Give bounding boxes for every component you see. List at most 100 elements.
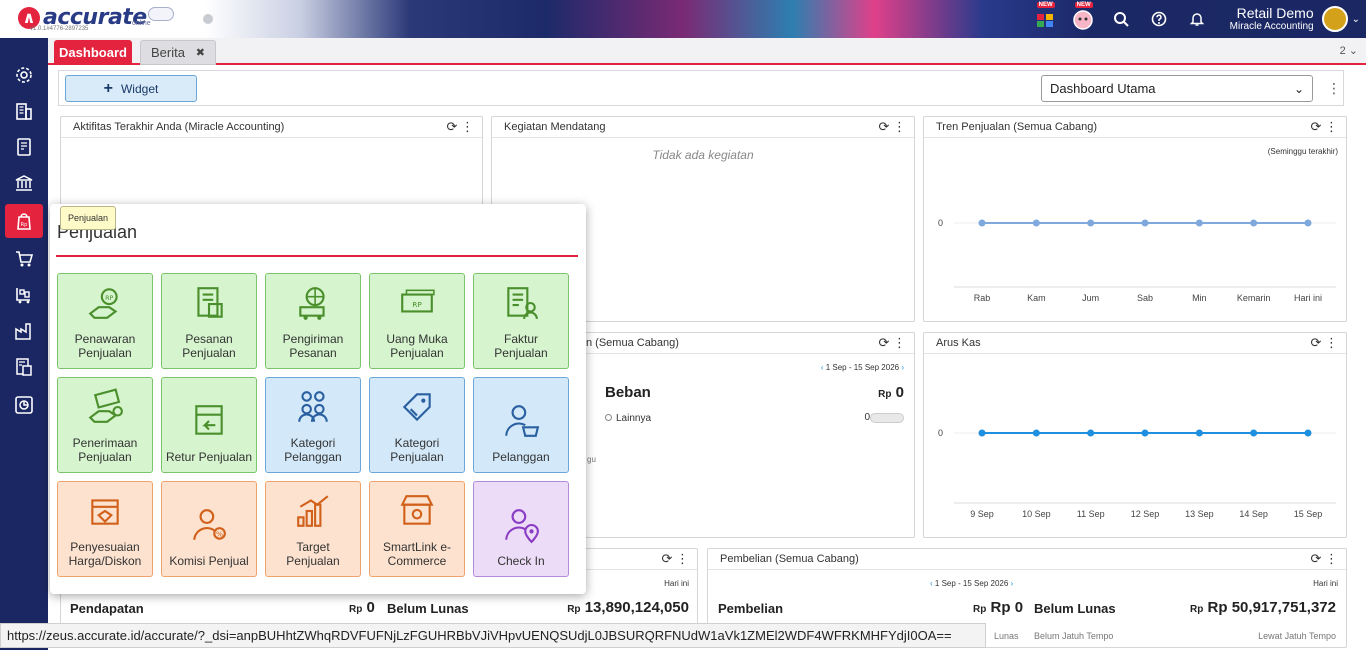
refresh-icon[interactable]: ⟳: [1310, 119, 1321, 134]
nav-bank[interactable]: [5, 166, 43, 200]
tile-label: Penyesuaian: [70, 540, 140, 554]
tile-penawaran-penjualan[interactable]: RP Penawaran Penjualan: [57, 273, 153, 369]
tab-berita[interactable]: Berita ✖: [140, 40, 216, 65]
tile-kategori-pelanggan[interactable]: Kategori Pelanggan: [265, 377, 361, 473]
currency-label: Rp: [878, 389, 892, 400]
tile-label: Check In: [497, 554, 545, 568]
report-doc-icon: [16, 358, 32, 376]
more-vertical-icon[interactable]: ⋮: [893, 335, 906, 350]
cloud-icon: [148, 7, 174, 21]
mascot-new-button[interactable]: NEW: [1064, 0, 1102, 38]
tile-pelanggan[interactable]: Pelanggan: [473, 377, 569, 473]
nav-sales[interactable]: Rp: [5, 204, 43, 238]
refresh-icon[interactable]: ⟳: [1310, 335, 1321, 350]
widget-header: Pembelian (Semua Cabang) ⟳ ⋮: [708, 549, 1346, 570]
more-vertical-icon[interactable]: ⋮: [893, 119, 906, 134]
tile-penerimaan-penjualan[interactable]: Penerimaan Penjualan: [57, 377, 153, 473]
tab-count[interactable]: 2 ⌄: [1340, 44, 1358, 57]
refresh-icon[interactable]: ⟳: [878, 119, 889, 134]
widget-title: n (Semua Cabang): [586, 337, 679, 349]
help-button[interactable]: [1140, 0, 1178, 38]
more-vertical-icon[interactable]: ⋮: [1327, 80, 1341, 97]
search-button[interactable]: [1102, 0, 1140, 38]
apps-new-button[interactable]: NEW: [1026, 0, 1064, 38]
more-vertical-icon[interactable]: ⋮: [1325, 551, 1338, 566]
tile-retur-penjualan[interactable]: Retur Penjualan: [161, 377, 257, 473]
dashboard-select[interactable]: Dashboard Utama ⌄: [1041, 75, 1313, 102]
chevron-down-icon[interactable]: ⌄: [1352, 14, 1360, 25]
notification-button[interactable]: [1178, 0, 1216, 38]
x-tick-label: Hari ini: [1294, 293, 1322, 303]
belum-lunas-value: 13,890,124,050: [584, 599, 689, 616]
nav-company[interactable]: [5, 94, 43, 128]
tile-uang-muka-penjualan[interactable]: RP Uang Muka Penjualan: [369, 273, 465, 369]
tile-penyesuaian-harga-diskon[interactable]: Penyesuaian Harga/Diskon: [57, 481, 153, 577]
widget-header: Arus Kas ⟳ ⋮: [924, 333, 1346, 354]
tile-komisi-penjual[interactable]: % Komisi Penjual: [161, 481, 257, 577]
building-icon: [16, 103, 32, 120]
nav-fixed-assets[interactable]: [5, 314, 43, 348]
refresh-icon[interactable]: ⟳: [1310, 551, 1321, 566]
user-menu[interactable]: Retail Demo Miracle Accounting: [1230, 6, 1314, 32]
data-point: [1304, 219, 1312, 227]
today-label: Hari ini: [1313, 579, 1338, 588]
nav-reports[interactable]: [5, 350, 43, 384]
nav-ledger[interactable]: [5, 130, 43, 164]
nav-inventory[interactable]: [5, 278, 43, 312]
svg-text:%: %: [216, 530, 223, 539]
tile-check-in[interactable]: Check In: [473, 481, 569, 577]
new-badge: NEW: [1036, 2, 1055, 8]
tile-label: Kategori: [290, 436, 336, 450]
currency-label: Rp: [349, 604, 363, 615]
tile-label: Pesanan: [289, 346, 337, 360]
add-widget-button[interactable]: + Widget: [65, 75, 197, 102]
more-vertical-icon[interactable]: ⋮: [1325, 335, 1338, 350]
data-point: [1250, 429, 1258, 437]
left-nav: Rp: [0, 38, 48, 650]
currency-label: Rp: [1190, 604, 1204, 615]
data-point: [978, 219, 986, 227]
tab-dashboard[interactable]: Dashboard: [54, 40, 132, 65]
connection-dot-icon: [203, 14, 213, 24]
tile-pengiriman-pesanan[interactable]: Pengiriman Pesanan: [265, 273, 361, 369]
tile-label: Penjualan: [182, 346, 236, 360]
refresh-icon[interactable]: ⟳: [878, 335, 889, 350]
nav-settings[interactable]: [5, 58, 43, 92]
x-tick-label: Kemarin: [1237, 293, 1271, 303]
avatar[interactable]: [1321, 6, 1348, 32]
more-vertical-icon[interactable]: ⋮: [461, 119, 474, 134]
widget-title: Arus Kas: [936, 337, 981, 349]
tile-faktur-penjualan[interactable]: Faktur Penjualan: [473, 273, 569, 369]
pembelian-label: Pembelian: [718, 601, 784, 616]
date-range[interactable]: ‹ 1 Sep - 15 Sep 2026 ›: [821, 363, 904, 372]
tile-label: Kategori: [394, 436, 440, 450]
svg-text:RP: RP: [412, 300, 422, 309]
tile-pesanan-penjualan[interactable]: Pesanan Penjualan: [161, 273, 257, 369]
nav-purchase[interactable]: [5, 242, 43, 276]
mascot-icon: [1072, 10, 1093, 30]
legend-fragment: gu: [587, 455, 596, 464]
x-tick-label: 13 Sep: [1185, 509, 1214, 519]
tile-label: Commerce: [387, 554, 447, 568]
more-vertical-icon[interactable]: ⋮: [676, 551, 689, 566]
tren-line-chart: 0 Rab Kam Jum Sab Min Kemarin Hari ini: [938, 218, 1336, 303]
tile-kategori-penjualan[interactable]: Kategori Penjualan: [369, 377, 465, 473]
tile-label: Pengiriman: [282, 332, 344, 346]
close-icon[interactable]: ✖: [196, 46, 205, 59]
tile-smartlink-e-commerce[interactable]: SmartLink e- Commerce: [369, 481, 465, 577]
refresh-icon[interactable]: ⟳: [446, 119, 457, 134]
x-tick-label: 12 Sep: [1131, 509, 1160, 519]
belum-lunas-label: Belum Lunas: [1034, 601, 1116, 616]
more-vertical-icon[interactable]: ⋮: [1325, 119, 1338, 134]
nav-dashboard-chart[interactable]: [5, 388, 43, 422]
plus-icon: +: [103, 79, 113, 97]
money-hand-icon: [88, 388, 123, 423]
refresh-icon[interactable]: ⟳: [661, 551, 672, 566]
data-point: [1141, 219, 1149, 227]
y-tick-label: 0: [938, 428, 943, 438]
tile-target-penjualan[interactable]: Target Penjualan: [265, 481, 361, 577]
x-tick-label: 14 Sep: [1239, 509, 1268, 519]
nav-tooltip: Penjualan: [60, 206, 116, 230]
pendapatan-label: Pendapatan: [70, 601, 144, 616]
date-range[interactable]: ‹ 1 Sep - 15 Sep 2026 ›: [930, 579, 1013, 588]
